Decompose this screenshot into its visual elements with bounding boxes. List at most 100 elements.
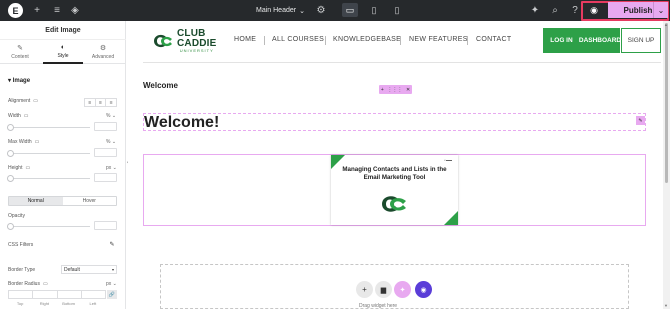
section-toolbar: + ⋮⋮⋮ ✕	[379, 85, 412, 94]
eye-icon[interactable]: ◉	[587, 4, 601, 16]
add-section-icon[interactable]: +	[381, 87, 384, 93]
width-label: Width ▭	[8, 113, 29, 119]
pencil-icon: ✎	[17, 45, 23, 52]
height-input[interactable]	[94, 173, 117, 182]
monitor-icon[interactable]: ▭	[35, 139, 40, 145]
nav-all-courses[interactable]: ALL COURSES	[272, 36, 324, 43]
border-type-label: Border Type	[8, 267, 36, 273]
max-width-unit-select[interactable]: % ⌄	[106, 139, 116, 145]
ai-sparkle-icon[interactable]: ✦	[394, 281, 411, 298]
field-label: Width	[8, 113, 21, 119]
width-slider[interactable]	[7, 124, 90, 131]
edit-panel: Edit Image ✎ Content ◐ Style ⚙ Advanced …	[0, 21, 126, 309]
opacity-slider[interactable]	[7, 223, 90, 230]
scroll-down-icon[interactable]: ▼	[664, 303, 668, 308]
width-unit-select[interactable]: % ⌄	[106, 113, 116, 119]
border-radius-unit-select[interactable]: px ⌄	[106, 281, 117, 287]
gear-icon: ⚙	[99, 45, 107, 52]
nav-new-features[interactable]: NEW FEATURES	[409, 36, 468, 43]
nav-contact[interactable]: CONTACT	[476, 36, 511, 43]
welcome-heading-large[interactable]: Welcome!	[143, 113, 646, 131]
tab-normal[interactable]: Normal	[9, 197, 63, 205]
help-icon[interactable]: ?	[568, 0, 582, 21]
align-center-icon[interactable]: ≡	[96, 99, 107, 106]
alignment-buttons: ≡ ≡ ≡	[84, 98, 117, 107]
radius-label: Top	[16, 301, 24, 306]
alignment-label: Alignment ▭	[8, 98, 38, 104]
chevron-down-icon: ⌄	[299, 7, 305, 15]
slider-knob[interactable]	[7, 175, 14, 182]
monitor-icon[interactable]: ▭	[25, 165, 30, 171]
club-caddie-logo-icon	[382, 196, 406, 212]
slider-knob[interactable]	[7, 150, 14, 157]
page-selector[interactable]: Main Header ⌄	[256, 0, 305, 21]
dashboard-button[interactable]: DASHBOARD	[579, 28, 621, 53]
radius-bottom-input[interactable]	[56, 290, 82, 299]
select-value: Default	[64, 266, 80, 273]
site-logo[interactable]: CLUB CADDIE UNIVERSITY	[152, 29, 217, 53]
radius-right-input[interactable]	[32, 290, 58, 299]
tab-label: Style	[57, 52, 69, 59]
section-title: Image	[12, 78, 31, 84]
mobile-icon[interactable]: ▯	[389, 3, 405, 17]
opacity-input[interactable]	[94, 221, 117, 230]
template-library-folder-icon[interactable]: ▆	[375, 281, 392, 298]
tab-style[interactable]: ◐ Style	[43, 40, 83, 64]
width-input[interactable]	[94, 122, 117, 131]
ai-sparkle-icon[interactable]: ✦	[528, 0, 542, 21]
height-unit-select[interactable]: px ⌄	[106, 165, 117, 171]
image-widget[interactable]: ◐▬▬ Managing Contacts and Lists in the E…	[331, 155, 458, 225]
search-icon[interactable]: ⌕	[548, 0, 562, 21]
gear-icon[interactable]: ⚙	[314, 0, 328, 21]
monitor-icon[interactable]: ▭	[43, 281, 48, 287]
monitor-icon[interactable]: ▭	[24, 113, 29, 119]
sliders-icon[interactable]: ≡	[50, 0, 64, 21]
welcome-heading-small[interactable]: Welcome	[143, 81, 178, 90]
half-circle-icon: ◐	[60, 43, 66, 51]
edit-widget-pencil-icon[interactable]: ✎	[636, 116, 645, 125]
slider-knob[interactable]	[7, 223, 14, 230]
signup-button[interactable]: SIGN UP	[621, 28, 661, 53]
tab-hover[interactable]: Hover	[63, 197, 117, 205]
max-width-input[interactable]	[94, 148, 117, 157]
link-icon[interactable]: 🔗	[107, 290, 117, 299]
max-width-slider[interactable]	[7, 150, 90, 157]
align-right-icon[interactable]: ≡	[106, 99, 116, 106]
nav-home[interactable]: HOME	[234, 36, 256, 43]
pencil-icon[interactable]: ✎	[107, 240, 117, 249]
height-slider[interactable]	[7, 175, 90, 182]
club-caddie-logo-icon	[154, 34, 172, 48]
tab-advanced[interactable]: ⚙ Advanced	[83, 40, 123, 64]
section-image-toggle[interactable]: ▾ Image	[8, 77, 30, 84]
panel-title: Edit Image	[0, 21, 126, 40]
border-type-select[interactable]: Default ▾	[61, 265, 117, 274]
radius-top-input[interactable]	[8, 290, 34, 299]
slider-knob[interactable]	[7, 124, 14, 131]
radius-left-input[interactable]	[80, 290, 106, 299]
elementor-pro-icon[interactable]: ◉	[415, 281, 432, 298]
elementor-logo-button[interactable]: E	[8, 3, 23, 18]
scrollbar-thumb[interactable]	[665, 23, 668, 183]
login-button[interactable]: LOG IN	[543, 28, 580, 53]
align-left-icon[interactable]: ≡	[85, 99, 96, 106]
monitor-icon[interactable]: ▭	[33, 98, 38, 104]
add-section-button[interactable]: +	[356, 281, 373, 298]
plus-icon[interactable]: +	[30, 0, 44, 21]
card-mini-logo-icon: ◐▬▬	[444, 158, 452, 162]
publish-options-chevron-icon[interactable]: ⌄	[653, 2, 668, 18]
scroll-up-icon[interactable]: ▲	[664, 22, 668, 27]
nav-divider	[467, 36, 468, 45]
editor-topbar: E + ≡ ◈ Main Header ⌄ ⚙ ▭ ▯ ▯ ✦ ⌕ ?	[0, 0, 670, 21]
max-width-label: Max Width ▭	[8, 139, 39, 145]
nav-knowledgebase[interactable]: KNOWLEDGEBASE	[333, 36, 401, 43]
tablet-icon[interactable]: ▯	[366, 3, 382, 17]
close-icon[interactable]: ✕	[406, 87, 410, 93]
tab-content[interactable]: ✎ Content	[0, 40, 40, 64]
layers-icon[interactable]: ◈	[68, 0, 82, 21]
radius-label: Left	[89, 301, 97, 306]
height-label: Height ▭	[8, 165, 30, 171]
image-card-title: Managing Contacts and Lists in the Email…	[342, 166, 447, 181]
chevron-down-icon: ▾	[111, 267, 114, 272]
desktop-icon[interactable]: ▭	[342, 3, 358, 17]
drag-handle-icon[interactable]: ⋮⋮⋮	[387, 87, 402, 93]
